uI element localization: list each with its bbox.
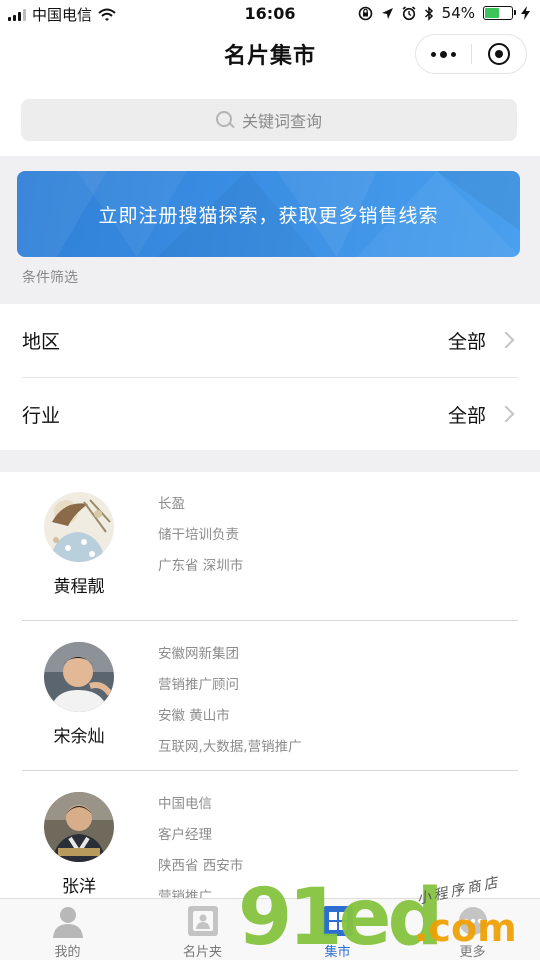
location-icon <box>381 7 393 19</box>
tab-mine[interactable]: 我的 <box>0 899 135 960</box>
search-area: 关键词查询 <box>0 84 540 156</box>
card-details: 中国电信 客户经理 陕西省 西安市 营销推广 <box>158 792 243 902</box>
alarm-icon <box>402 5 416 20</box>
more-icon <box>453 903 493 939</box>
filter-list: 地区 全部 行业 全部 <box>0 304 540 450</box>
search-placeholder: 关键词查询 <box>241 112 322 131</box>
card-name: 张洋 <box>62 877 96 897</box>
card-divider <box>22 620 518 621</box>
search-icon <box>215 111 234 129</box>
business-card[interactable]: 宋余灿 安徽网新集团 营销推广顾问 安徽 黄山市 互联网,大数据,营销推广 <box>0 622 540 772</box>
dot-icon <box>439 50 447 58</box>
person-icon <box>48 903 88 939</box>
filter-section-label: 条件筛选 <box>22 270 78 286</box>
card-divider <box>22 770 518 771</box>
filter-industry-label: 行业 <box>22 404 61 427</box>
card-company: 安徽网新集团 <box>158 646 239 662</box>
nav-bar: 名片集市 <box>0 28 540 84</box>
filter-region-value: 全部 <box>447 330 486 353</box>
card-name: 宋余灿 <box>53 727 105 747</box>
tab-card-folder-label: 名片夹 <box>182 945 222 960</box>
charging-icon <box>521 6 530 20</box>
miniprogram-capsule <box>415 34 527 74</box>
business-card[interactable]: 张洋 中国电信 客户经理 陕西省 西安市 营销推广 <box>0 772 540 902</box>
avatar <box>44 642 114 712</box>
search-input[interactable]: 关键词查询 <box>21 99 517 141</box>
lock-rotation-icon <box>358 6 372 20</box>
card-position: 营销推广顾问 <box>158 677 239 693</box>
card-location: 陕西省 西安市 <box>158 858 244 874</box>
target-icon <box>487 43 510 65</box>
card-position: 客户经理 <box>158 827 212 843</box>
avatar <box>44 792 114 862</box>
business-card[interactable]: 黄程靓 长盈 储干培训负责 广东省 深圳市 <box>0 472 540 622</box>
dot-icon <box>430 51 436 57</box>
tab-card-folder[interactable]: 名片夹 <box>135 899 270 960</box>
chevron-right-icon <box>497 331 515 349</box>
battery-level <box>485 8 500 18</box>
tab-more-label: 更多 <box>459 945 486 960</box>
market-icon <box>318 903 358 939</box>
bluetooth-icon <box>424 5 433 21</box>
card-details: 长盈 储干培训负责 广东省 深圳市 <box>158 492 243 585</box>
card-folder-icon <box>183 903 223 939</box>
banner-text: 立即注册搜猫探索，获取更多销售线索 <box>98 204 439 227</box>
card-industry: 互联网,大数据,营销推广 <box>158 739 302 755</box>
battery-percent: 54% <box>441 4 475 22</box>
chevron-right-icon <box>497 405 515 423</box>
card-name: 黄程靓 <box>53 577 105 597</box>
filter-region[interactable]: 地区 全部 <box>22 304 518 376</box>
card-company: 长盈 <box>158 496 185 512</box>
status-right: 54% <box>358 4 530 22</box>
card-details: 安徽网新集团 营销推广顾问 安徽 黄山市 互联网,大数据,营销推广 <box>158 642 302 766</box>
tab-bar: 我的 名片夹 集市 更多 <box>0 898 540 960</box>
card-position: 储干培训负责 <box>158 527 239 543</box>
card-company: 中国电信 <box>158 796 212 812</box>
tab-market-label: 集市 <box>324 945 351 960</box>
business-card-list: 黄程靓 长盈 储干培训负责 广东省 深圳市 宋余灿 安徽网新集团 营销推广顾问 … <box>0 472 540 902</box>
tab-mine-label: 我的 <box>54 945 81 960</box>
battery-icon <box>483 6 516 20</box>
close-miniprogram-button[interactable] <box>472 35 527 73</box>
filter-industry-value: 全部 <box>447 404 486 427</box>
status-bar: 中国电信 16:06 54% <box>0 0 540 28</box>
filter-region-label: 地区 <box>22 330 61 353</box>
dot-icon <box>450 51 456 57</box>
register-banner[interactable]: 立即注册搜猫探索，获取更多销售线索 <box>17 171 520 257</box>
card-location: 安徽 黄山市 <box>158 708 230 724</box>
filter-industry[interactable]: 行业 全部 <box>22 378 518 450</box>
card-location: 广东省 深圳市 <box>158 558 244 574</box>
avatar <box>44 492 114 562</box>
tab-market[interactable]: 集市 <box>270 899 405 960</box>
more-options-button[interactable] <box>416 35 471 73</box>
tab-more[interactable]: 更多 <box>405 899 540 960</box>
